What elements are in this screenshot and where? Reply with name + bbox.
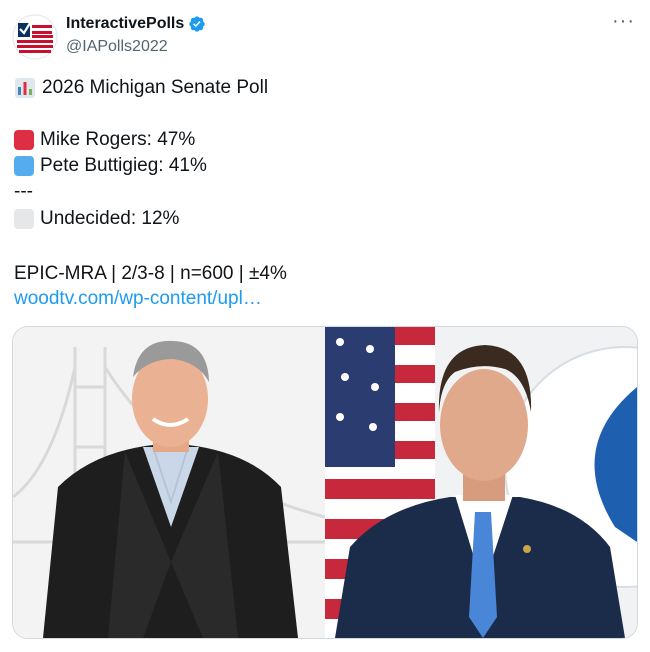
verified-badge-icon[interactable] [188,15,206,33]
article-link[interactable]: woodtv.com/wp-content/upl… [14,288,262,310]
avatar[interactable] [12,14,58,60]
blue-square-icon [14,156,34,176]
undecided-label: Undecided: 12% [40,208,180,229]
bar-chart-icon [15,78,35,98]
candidate-label: Mike Rogers: 47% [40,129,196,150]
divider-dashes: --- [14,181,33,202]
candidate-row: Mike Rogers: 47% [14,128,195,152]
divider-text: --- [14,180,33,204]
source-text: EPIC-MRA | 2/3-8 | n=600 | ±4% [14,263,287,284]
candidate-row: Pete Buttigieg: 41% [14,154,207,178]
candidate-label: Pete Buttigieg: 41% [40,155,207,176]
display-name[interactable]: InteractivePolls [66,15,184,33]
white-square-icon [14,209,34,229]
photo-mike-rogers [13,327,325,638]
account-handle[interactable]: @IAPolls2022 [66,38,168,56]
source-line: EPIC-MRA | 2/3-8 | n=600 | ±4% [14,262,287,286]
tweet-title-line: 2026 Michigan Senate Poll [14,76,268,100]
media-attachment[interactable] [12,326,638,639]
account-name-row[interactable]: InteractivePolls [66,15,206,33]
undecided-row: Undecided: 12% [14,207,179,231]
photo-left[interactable] [13,327,325,638]
photo-pete-buttigieg [325,327,637,638]
interactivepolls-logo [12,14,58,60]
photo-right[interactable] [325,327,637,638]
red-square-icon [14,130,34,150]
tweet-title: 2026 Michigan Senate Poll [42,77,269,98]
more-options-icon[interactable]: ··· [612,11,634,36]
